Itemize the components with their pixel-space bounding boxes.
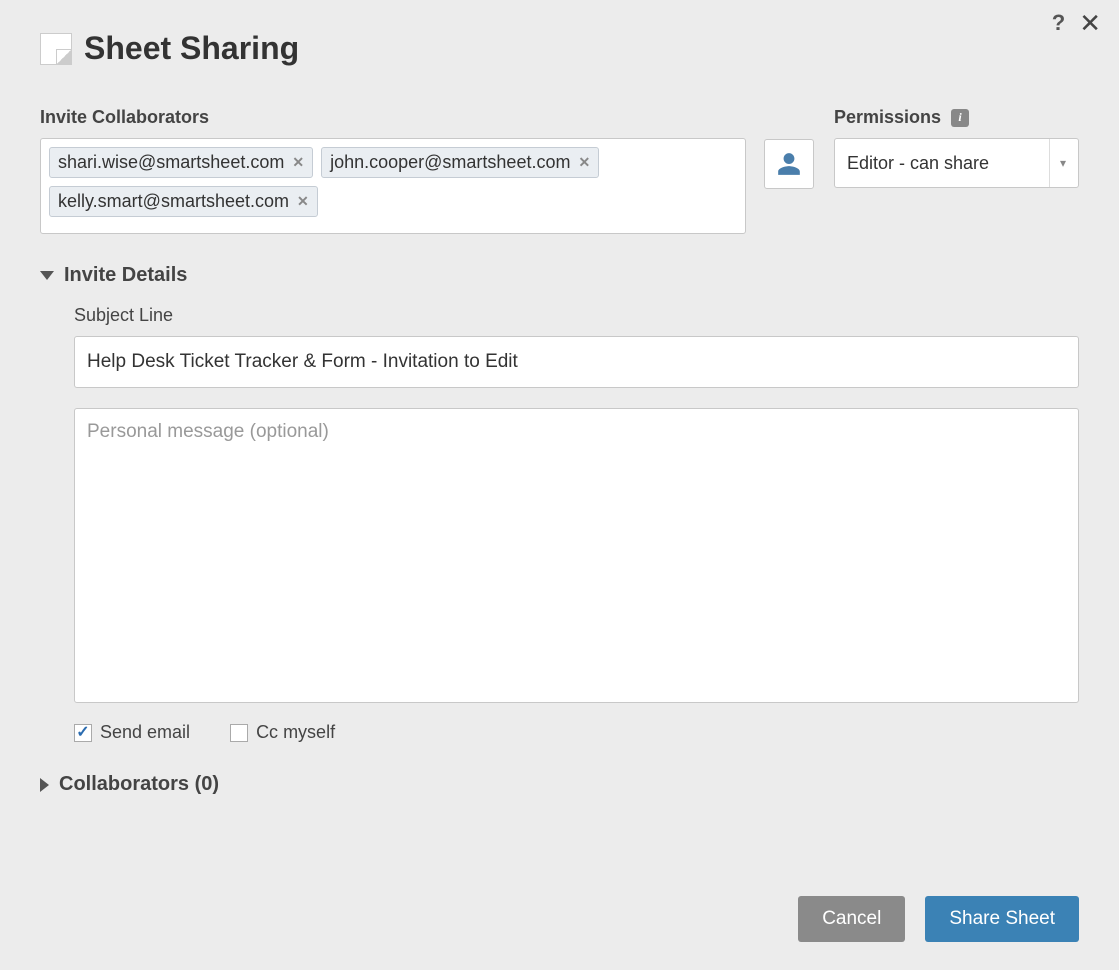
invite-details-label: Invite Details bbox=[64, 264, 187, 287]
subject-line-input[interactable] bbox=[74, 336, 1079, 388]
cc-myself-checkbox[interactable]: Cc myself bbox=[230, 722, 335, 743]
chip-email: shari.wise@smartsheet.com bbox=[58, 152, 284, 173]
permissions-label: Permissions bbox=[834, 107, 941, 128]
invite-details-toggle[interactable]: Invite Details bbox=[40, 264, 1079, 287]
collaborators-toggle[interactable]: Collaborators (0) bbox=[40, 773, 1079, 796]
help-icon[interactable]: ? bbox=[1052, 10, 1065, 36]
chip-email: john.cooper@smartsheet.com bbox=[330, 152, 570, 173]
chevron-down-icon: ▾ bbox=[1049, 139, 1066, 187]
remove-chip-icon[interactable]: ✕ bbox=[578, 154, 590, 171]
share-sheet-button[interactable]: Share Sheet bbox=[925, 896, 1079, 942]
close-icon[interactable]: ✕ bbox=[1079, 10, 1101, 36]
send-email-checkbox[interactable]: Send email bbox=[74, 722, 190, 743]
person-icon bbox=[776, 151, 802, 177]
remove-chip-icon[interactable]: ✕ bbox=[297, 193, 309, 210]
permissions-value: Editor - can share bbox=[847, 153, 989, 174]
invite-collaborators-label: Invite Collaborators bbox=[40, 107, 746, 128]
checkbox-icon bbox=[74, 724, 92, 742]
message-textarea[interactable] bbox=[74, 408, 1079, 703]
permissions-select[interactable]: Editor - can share ▾ bbox=[834, 138, 1079, 188]
remove-chip-icon[interactable]: ✕ bbox=[292, 154, 304, 171]
collaborator-chip[interactable]: john.cooper@smartsheet.com ✕ bbox=[321, 147, 599, 178]
collaborator-chip[interactable]: kelly.smart@smartsheet.com ✕ bbox=[49, 186, 318, 217]
chevron-right-icon bbox=[40, 778, 49, 792]
cc-myself-label: Cc myself bbox=[256, 722, 335, 743]
send-email-label: Send email bbox=[100, 722, 190, 743]
page-title: Sheet Sharing bbox=[84, 30, 299, 67]
checkbox-icon bbox=[230, 724, 248, 742]
cancel-button[interactable]: Cancel bbox=[798, 896, 905, 942]
collaborators-label: Collaborators (0) bbox=[59, 773, 219, 796]
chip-email: kelly.smart@smartsheet.com bbox=[58, 191, 289, 212]
info-icon[interactable]: i bbox=[951, 109, 969, 127]
chevron-down-icon bbox=[40, 271, 54, 280]
add-person-button[interactable] bbox=[764, 139, 814, 189]
collaborator-input[interactable]: shari.wise@smartsheet.com ✕ john.cooper@… bbox=[40, 138, 746, 234]
subject-line-label: Subject Line bbox=[74, 305, 1079, 326]
collaborator-chip[interactable]: shari.wise@smartsheet.com ✕ bbox=[49, 147, 313, 178]
sheet-icon bbox=[40, 33, 72, 65]
